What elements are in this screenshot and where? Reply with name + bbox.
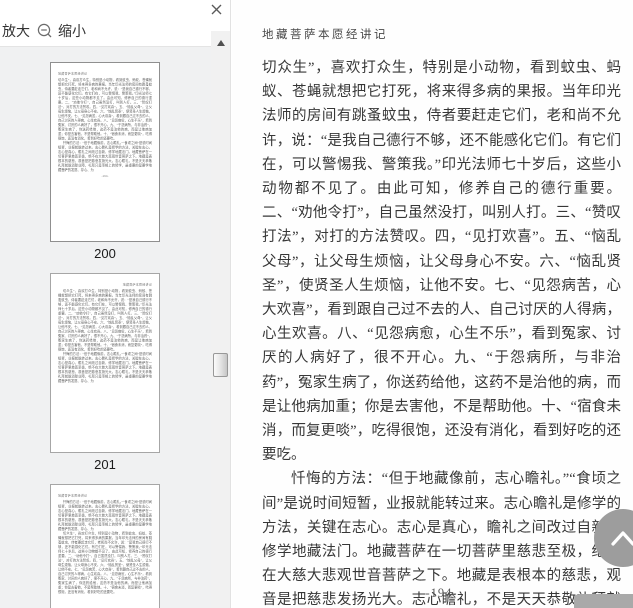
close-panel-button[interactable]: [209, 2, 223, 16]
thumb-page-header: 地藏菩萨本愿经讲记: [58, 494, 88, 498]
thumb-page-header: 地藏菩萨本愿经讲记: [122, 283, 152, 287]
pdf-viewer-window: 放大 缩小 地藏菩萨本愿经讲记 切众生”，喜欢打众生，特别是小动物，看到蚊虫、蚂…: [0, 0, 633, 608]
thumb-page-text: 切众生”，喜欢打众生，特别是小动物，看到蚊虫、蚂蚁、苍蝇就想把它打死，将来得多病…: [58, 289, 152, 352]
thumbnail-panel: 放大 缩小 地藏菩萨本愿经讲记 切众生”，喜欢打众生，特别是小动物，看到蚊虫、蚂…: [0, 0, 231, 608]
thumbnail-label-200: 200: [94, 246, 116, 261]
chevron-up-icon: [611, 531, 633, 546]
zoom-in-button[interactable]: 放大: [2, 23, 30, 39]
zoom-out-button[interactable]: 缩小: [58, 23, 86, 39]
thumb-page-text: 忏悔的方法：“但于地藏像前，志心瞻礼。”“食顷之间”是说时间短暂，业报就能转过来…: [58, 352, 152, 384]
bottom-right-bar[interactable]: [574, 594, 633, 608]
page-number: -194-: [425, 586, 458, 600]
thumbnail-list: 地藏菩萨本愿经讲记 切众生”，喜欢打众生，特别是小动物，看到蚊虫、蚂蚁、苍蝇就想…: [0, 48, 210, 608]
scrollbar-thumb[interactable]: [213, 353, 228, 377]
scrollbar-up-icon[interactable]: [216, 40, 225, 46]
close-icon: [211, 4, 221, 14]
sidebar-scrollbar[interactable]: [211, 31, 230, 608]
thumb-page-text: 切众生”，喜欢打众生，特别是小动物，看到蚊虫、蚂蚁、苍蝇就想把它打死，将来得多病…: [58, 78, 152, 141]
thumbnail-page-200[interactable]: 地藏菩萨本愿经讲记 切众生”，喜欢打众生，特别是小动物，看到蚊虫、蚂蚁、苍蝇就想…: [50, 62, 160, 242]
thumb-page-header: 地藏菩萨本愿经讲记: [58, 72, 88, 76]
thumb-page-text: 忏悔的方法：“但于地藏像前，志心瞻礼。”“食顷之间”是说时间短暂，业报就能转过来…: [58, 141, 152, 173]
zoom-toolbar: 放大 缩小: [0, 0, 230, 47]
running-head: 地藏菩萨本愿经讲记: [262, 29, 388, 41]
thumb-page-footer: -194-: [101, 175, 109, 178]
zoom-out-icon[interactable]: [37, 23, 53, 39]
thumb-page-text: 切众生”，喜欢打众生，特别是小动物，看到蚊虫、蚂蚁、苍蝇就想把它打死，将来得多病…: [58, 532, 152, 594]
thumbnail-label-201: 201: [94, 457, 116, 472]
document-page: 地藏菩萨本愿经讲记 切众生”，喜欢打众生，特别是小动物，看到蚊虫、蚂蚁、苍蝇就想…: [232, 0, 633, 608]
thumbnail-page-next[interactable]: 地藏菩萨本愿经讲记 忏悔的方法：“但于地藏像前，志心瞻礼。”“食顷之间”是说时间…: [50, 484, 160, 608]
thumb-page-text: 忏悔的方法：“但于地藏像前，志心瞻礼。”“食顷之间”是说时间短暂，业报就能转过来…: [58, 500, 152, 532]
thumbnail-page-201[interactable]: 地藏菩萨本愿经讲记 切众生”，喜欢打众生，特别是小动物，看到蚊虫、蚂蚁、苍蝇就想…: [50, 273, 160, 453]
body-paragraph: 切众生”，喜欢打众生，特别是小动物，看到蚊虫、蚂蚁、苍蝇就想把它打死，将来得多病…: [262, 60, 621, 464]
